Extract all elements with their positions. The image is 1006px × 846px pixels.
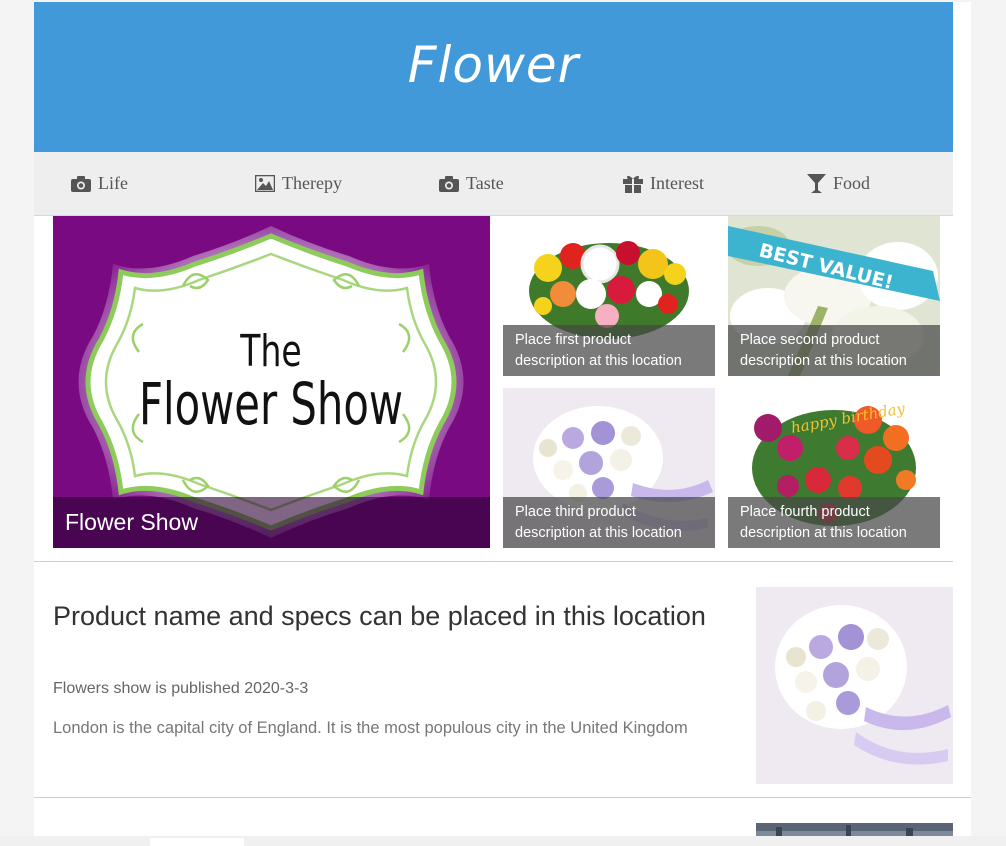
horizontal-scrollbar[interactable]: [0, 836, 1006, 846]
nav-label: Life: [98, 173, 128, 193]
site-header: Flower: [34, 2, 953, 152]
product-tile-3[interactable]: Place third product description at this …: [503, 388, 715, 548]
feature-main-tile[interactable]: The Flower Show Flower Show: [53, 216, 490, 548]
product-caption-3: Place third product description at this …: [503, 497, 715, 548]
nav-item-therepy[interactable]: Therepy: [255, 152, 342, 215]
camera-icon: [71, 175, 91, 192]
page: Flower Life Therepy Taste Interest Food: [34, 2, 971, 846]
main-nav: Life Therepy Taste Interest Food: [34, 152, 953, 216]
nav-item-interest[interactable]: Interest: [623, 152, 704, 215]
article-meta: Flowers show is published 2020-3-3: [53, 680, 309, 697]
article-thumbnail[interactable]: [756, 587, 953, 784]
site-title[interactable]: Flower: [408, 36, 579, 94]
nav-item-food[interactable]: Food: [807, 152, 870, 215]
camera-icon: [439, 175, 459, 192]
section-divider: [34, 561, 953, 562]
gift-icon: [623, 175, 643, 193]
product-tile-2[interactable]: BEST VALUE! Place second product descrip…: [728, 216, 940, 376]
nav-item-life[interactable]: Life: [71, 152, 128, 215]
image-icon: [255, 175, 275, 192]
product-tile-4[interactable]: happy birthday Place fourth product desc…: [728, 388, 940, 548]
article-excerpt: London is the capital city of England. I…: [53, 719, 688, 737]
product-caption-4: Place fourth product description at this…: [728, 497, 940, 548]
product-tile-1[interactable]: Place first product description at this …: [503, 216, 715, 376]
nav-label: Food: [833, 173, 871, 193]
cocktail-icon: [807, 174, 826, 193]
feature-grid: The Flower Show Flower Show Place first …: [34, 216, 953, 561]
sign-text-flower-show: Flower Show: [139, 370, 403, 438]
nav-label: Taste: [466, 173, 504, 193]
feature-main-caption: Flower Show: [53, 497, 490, 548]
nav-label: Interest: [650, 173, 704, 193]
product-caption-1: Place first product description at this …: [503, 325, 715, 376]
nav-item-taste[interactable]: Taste: [439, 152, 504, 215]
product-caption-2: Place second product description at this…: [728, 325, 940, 376]
article-title[interactable]: Product name and specs can be placed in …: [53, 600, 713, 633]
nav-label: Therepy: [282, 173, 342, 193]
section-divider: [34, 797, 971, 798]
scrollbar-thumb[interactable]: [150, 838, 244, 846]
lavender-bouquet-thumbnail-image: [756, 587, 953, 784]
